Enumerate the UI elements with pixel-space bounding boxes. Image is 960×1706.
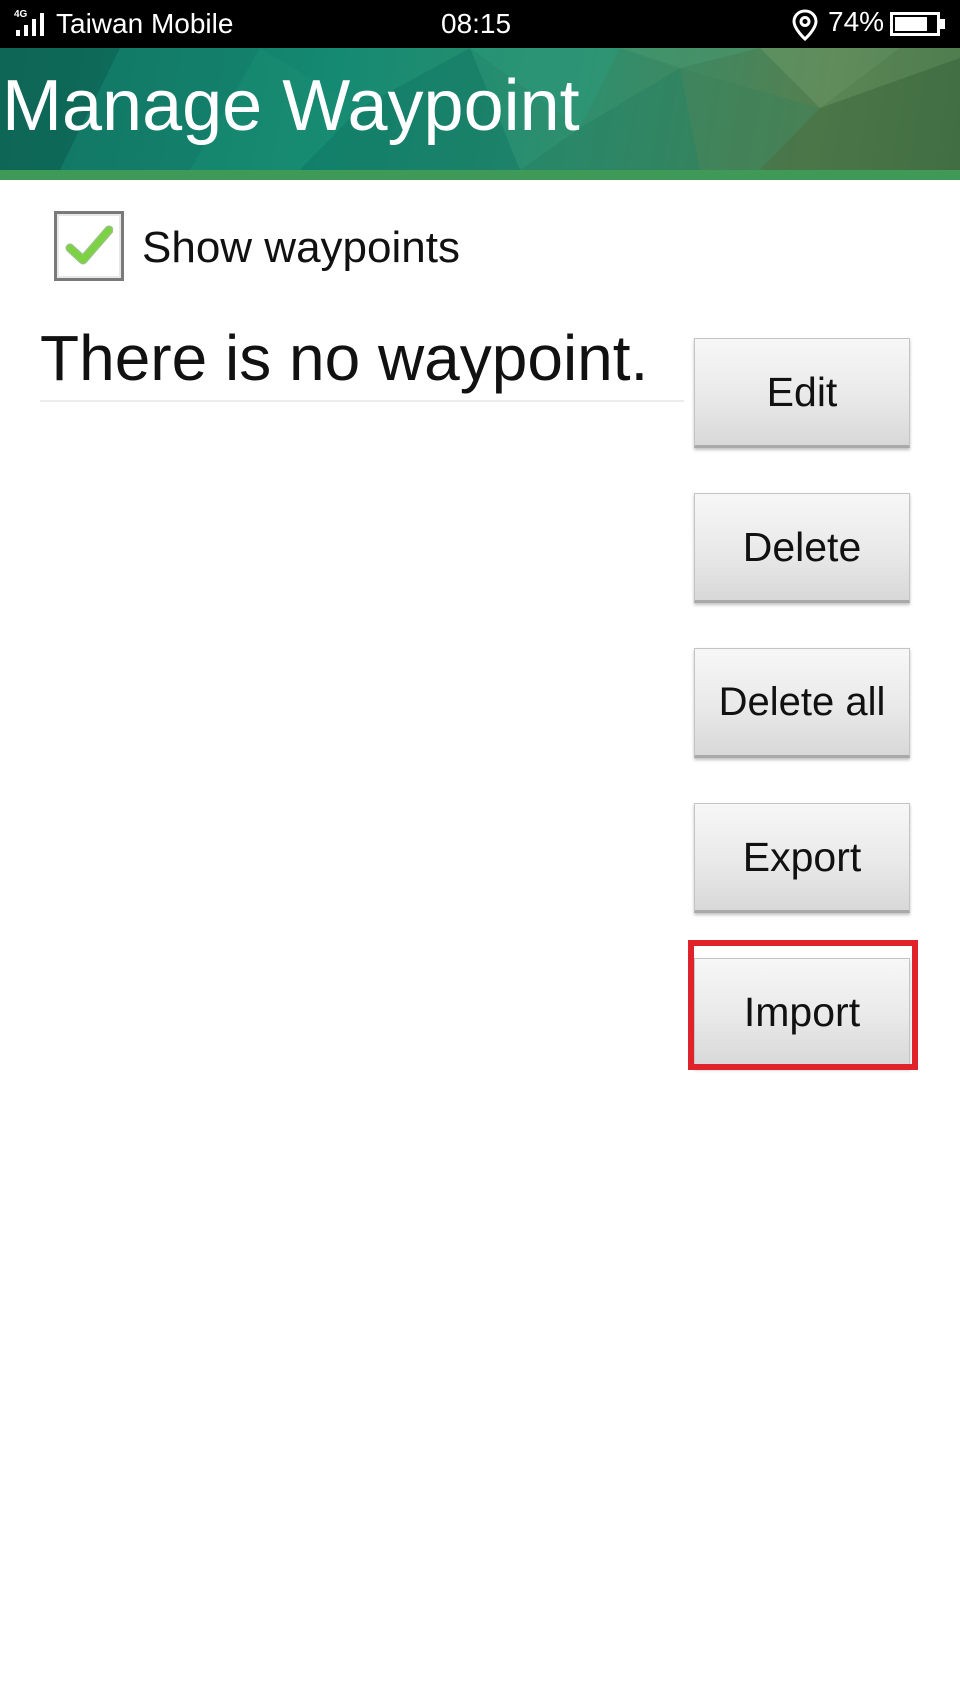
status-bar: 4G Taiwan Mobile 08:15 74% bbox=[0, 0, 960, 48]
manage-waypoint-screen: 4G Taiwan Mobile 08:15 74% Manage Waypoi… bbox=[0, 0, 960, 1706]
delete-button[interactable]: Delete bbox=[694, 493, 910, 603]
show-waypoints-checkbox[interactable] bbox=[54, 211, 124, 281]
list-divider bbox=[40, 400, 684, 402]
edit-button[interactable]: Edit bbox=[694, 338, 910, 448]
battery-icon bbox=[890, 12, 945, 36]
svg-text:4G: 4G bbox=[14, 9, 28, 20]
delete-all-button[interactable]: Delete all bbox=[694, 648, 910, 758]
header-divider bbox=[0, 170, 960, 180]
location-icon bbox=[792, 9, 818, 41]
show-waypoints-label: Show waypoints bbox=[142, 223, 460, 272]
app-header: Manage Waypoint bbox=[0, 48, 960, 170]
battery-percent: 74% bbox=[828, 6, 885, 37]
import-highlight-box bbox=[688, 940, 918, 1070]
clock: 08:15 bbox=[441, 8, 512, 39]
signal-icon: 4G bbox=[14, 9, 44, 36]
empty-waypoint-message: There is no waypoint. bbox=[40, 322, 649, 394]
checkmark-icon bbox=[65, 225, 113, 265]
page-title: Manage Waypoint bbox=[2, 66, 580, 146]
export-button[interactable]: Export bbox=[694, 803, 910, 913]
carrier-name: Taiwan Mobile bbox=[56, 8, 234, 39]
